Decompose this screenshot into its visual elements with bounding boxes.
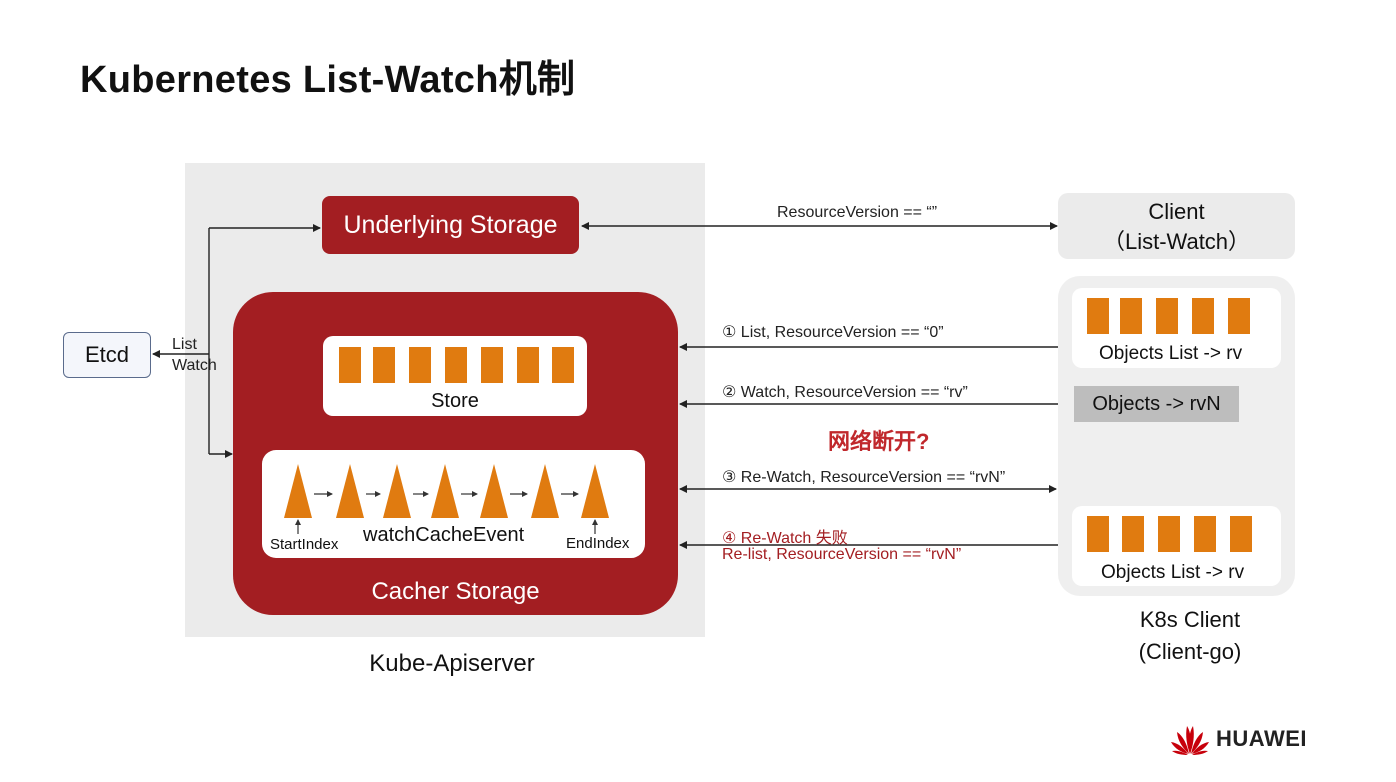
object-item xyxy=(1192,298,1214,334)
cache-event xyxy=(284,464,312,518)
k8s-client-title: K8s Client xyxy=(1139,607,1241,632)
cache-event xyxy=(336,464,364,518)
object-item xyxy=(1087,298,1109,334)
object-item xyxy=(1230,516,1252,552)
objects-list-box: Objects List -> rv xyxy=(1072,288,1281,368)
object-item xyxy=(1120,298,1142,334)
list-label: ① List, ResourceVersion == “0” xyxy=(722,324,944,341)
huawei-logo-text: HUAWEI xyxy=(1216,726,1307,751)
rv-empty-label: ResourceVersion == “” xyxy=(777,204,938,221)
etcd-box: Etcd xyxy=(63,332,151,378)
watch-label: ② Watch, ResourceVersion == “rv” xyxy=(722,384,968,401)
cache-event xyxy=(431,464,459,518)
objects-list-label: Objects List -> rv xyxy=(1099,343,1243,364)
store-item xyxy=(481,347,503,383)
kube-apiserver-label: Kube-Apiserver xyxy=(369,650,535,677)
end-index-label: EndIndex xyxy=(566,535,630,552)
k8s-client-label: K8s Client (Client-go) xyxy=(1100,604,1280,668)
etcd-list-label: List xyxy=(172,336,197,353)
objects-list-label: Objects List -> rv xyxy=(1101,562,1245,583)
objects-list-box: Objects List -> rv xyxy=(1072,506,1281,586)
network-break-label: 网络断开? xyxy=(828,429,930,454)
client-subtitle: （List-Watch） xyxy=(1102,229,1251,254)
k8s-client-subtitle: (Client-go) xyxy=(1138,639,1242,664)
underlying-storage: Underlying Storage xyxy=(322,196,579,254)
objects-rvN-box: Objects -> rvN xyxy=(1074,386,1239,422)
store-item xyxy=(373,347,395,383)
huawei-flower-icon xyxy=(1171,726,1209,755)
object-item xyxy=(1122,516,1144,552)
store-item xyxy=(517,347,539,383)
object-item xyxy=(1228,298,1250,334)
client-title: Client xyxy=(1148,199,1205,224)
relist-label: Re-list, ResourceVersion == “rvN” xyxy=(722,546,962,563)
object-item xyxy=(1156,298,1178,334)
client-list-watch-box: Client （List-Watch） xyxy=(1058,193,1295,259)
etcd-watch-label: Watch xyxy=(172,357,217,374)
watch-cache-event-label: watchCacheEvent xyxy=(363,524,525,546)
cache-event xyxy=(581,464,609,518)
cache-event xyxy=(531,464,559,518)
huawei-logo: HUAWEI xyxy=(1170,722,1307,756)
object-item xyxy=(1087,516,1109,552)
object-item xyxy=(1158,516,1180,552)
cacher-storage-label: Cacher Storage xyxy=(371,578,540,605)
store-item xyxy=(445,347,467,383)
cache-event xyxy=(383,464,411,518)
store-item xyxy=(339,347,361,383)
cache-event xyxy=(480,464,508,518)
rewatch-label: ③ Re-Watch, ResourceVersion == “rvN” xyxy=(722,469,1006,486)
rewatch-fail-label: ④ Re-Watch 失败 xyxy=(722,530,848,547)
object-item xyxy=(1194,516,1216,552)
store-item xyxy=(409,347,431,383)
start-index-label: StartIndex xyxy=(270,536,339,553)
store-label: Store xyxy=(431,390,479,412)
store-item xyxy=(552,347,574,383)
